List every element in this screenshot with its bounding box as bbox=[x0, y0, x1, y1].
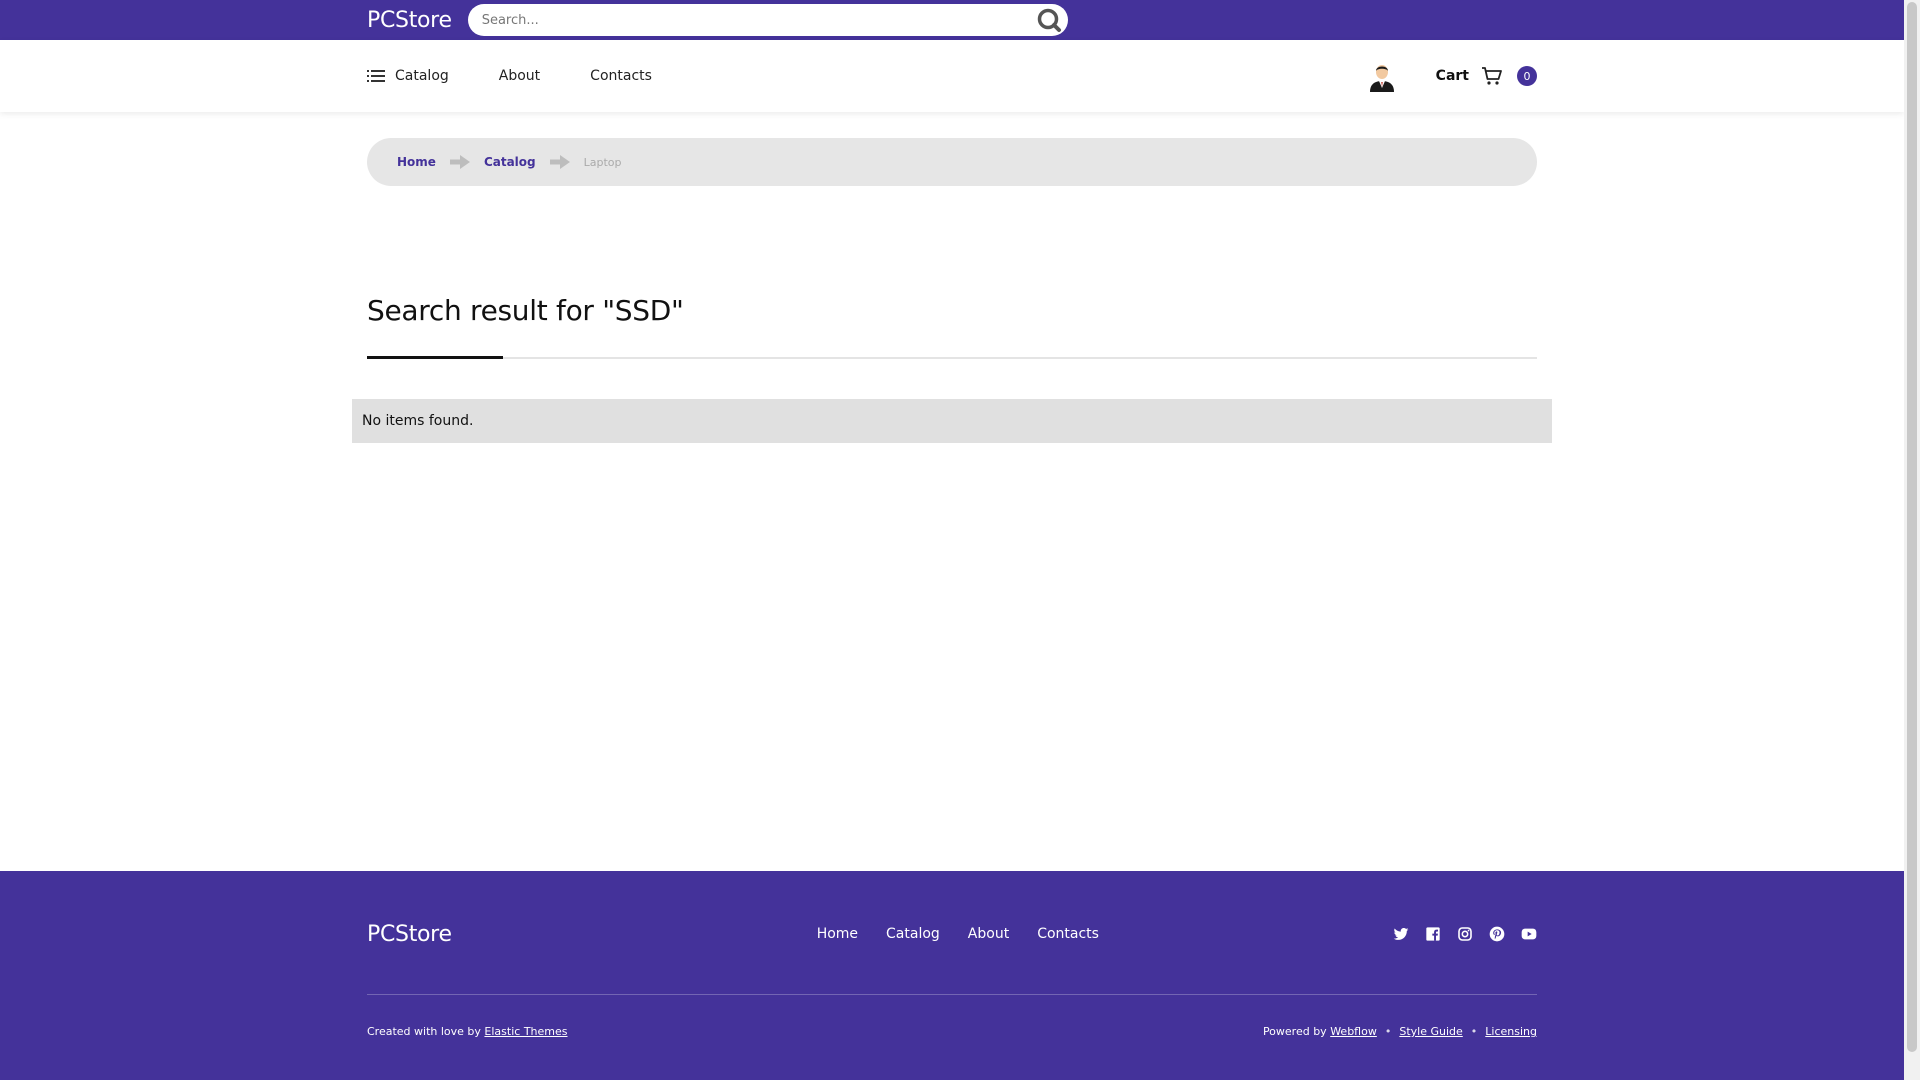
footer-licensing-link[interactable]: Licensing bbox=[1485, 1025, 1537, 1038]
footer-divider bbox=[367, 994, 1537, 995]
footer-link-home[interactable]: Home bbox=[817, 926, 858, 942]
twitter-icon[interactable] bbox=[1393, 926, 1409, 942]
footer-brand[interactable]: PCStore bbox=[367, 922, 452, 947]
footer-webflow-link[interactable]: Webflow bbox=[1330, 1025, 1377, 1038]
facebook-icon[interactable] bbox=[1425, 926, 1441, 942]
footer-credit-prefix: Created with love by bbox=[367, 1025, 481, 1038]
title-divider-accent bbox=[367, 356, 503, 359]
search-icon bbox=[1037, 8, 1061, 32]
cart-count-badge: 0 bbox=[1517, 66, 1537, 86]
breadcrumb-catalog[interactable]: Catalog bbox=[484, 155, 536, 169]
social-links bbox=[1393, 926, 1537, 942]
footer: PCStore Home Catalog About Contacts Crea… bbox=[0, 871, 1904, 1080]
search-button[interactable] bbox=[1034, 5, 1064, 35]
footer-credit-link[interactable]: Elastic Themes bbox=[484, 1025, 567, 1038]
search-input[interactable] bbox=[481, 12, 1034, 28]
nav-catalog-label: Catalog bbox=[395, 68, 449, 84]
footer-style-guide-link[interactable]: Style Guide bbox=[1399, 1025, 1462, 1038]
top-bar: PCStore bbox=[0, 0, 1904, 40]
list-icon bbox=[367, 70, 385, 82]
nav-about[interactable]: About bbox=[499, 68, 540, 84]
page: PCStore Catalog bbox=[0, 0, 1904, 1080]
footer-powered-prefix: Powered by bbox=[1262, 1025, 1327, 1038]
avatar[interactable] bbox=[1366, 60, 1398, 92]
arrow-right-icon bbox=[549, 155, 570, 169]
footer-link-about[interactable]: About bbox=[968, 926, 1009, 942]
title-divider bbox=[367, 356, 1537, 359]
footer-link-contacts[interactable]: Contacts bbox=[1037, 926, 1099, 942]
instagram-icon[interactable] bbox=[1457, 926, 1473, 942]
footer-nav: Home Catalog About Contacts bbox=[817, 926, 1127, 942]
search-box bbox=[467, 4, 1068, 36]
vertical-scrollbar[interactable] bbox=[1904, 0, 1920, 1080]
breadcrumb-home[interactable]: Home bbox=[397, 155, 436, 169]
footer-dot-separator: • bbox=[1384, 1025, 1392, 1038]
footer-link-catalog[interactable]: Catalog bbox=[886, 926, 940, 942]
breadcrumb: Home Catalog Laptop bbox=[367, 138, 1537, 186]
brand-logo[interactable]: PCStore bbox=[367, 8, 452, 33]
youtube-icon[interactable] bbox=[1521, 926, 1537, 942]
pinterest-icon[interactable] bbox=[1489, 926, 1505, 942]
nav-catalog[interactable]: Catalog bbox=[367, 68, 449, 84]
arrow-right-icon bbox=[449, 155, 470, 169]
page-title: Search result for "SSD" bbox=[367, 294, 684, 327]
footer-dot-separator: • bbox=[1470, 1025, 1478, 1038]
cart-label[interactable]: Cart bbox=[1436, 68, 1469, 84]
empty-state-message: No items found. bbox=[362, 413, 474, 429]
scrollbar-thumb[interactable] bbox=[1907, 2, 1917, 1052]
main-nav: Catalog About Contacts Cart 0 bbox=[0, 40, 1904, 112]
cart-icon[interactable] bbox=[1481, 66, 1503, 86]
empty-state: No items found. bbox=[352, 399, 1552, 443]
nav-contacts[interactable]: Contacts bbox=[590, 68, 652, 84]
breadcrumb-current: Laptop bbox=[583, 155, 622, 169]
